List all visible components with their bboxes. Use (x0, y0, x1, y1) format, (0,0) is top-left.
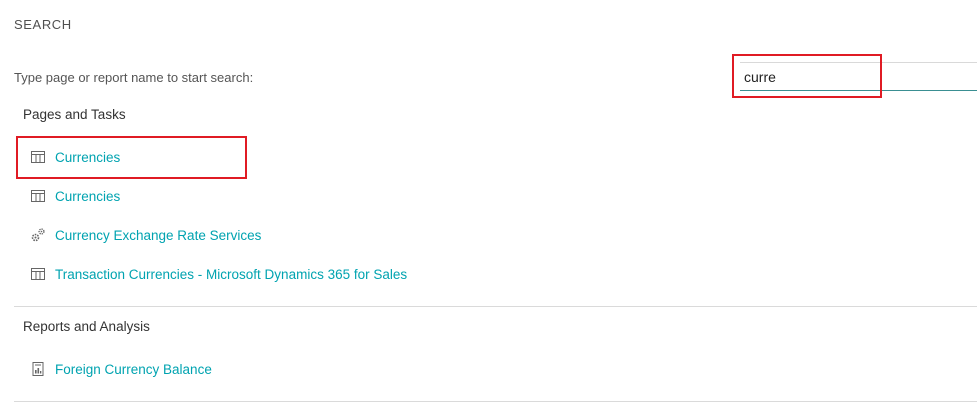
gears-icon (30, 227, 46, 243)
section-divider (14, 401, 977, 402)
table-icon (30, 188, 46, 204)
report-icon (30, 361, 46, 377)
section-title-pages-and-tasks: Pages and Tasks (23, 107, 126, 122)
table-icon (30, 266, 46, 282)
section-title-reports-and-analysis: Reports and Analysis (23, 319, 150, 334)
search-heading: SEARCH (14, 17, 72, 32)
result-item-currencies[interactable]: Currencies (30, 186, 120, 206)
search-prompt: Type page or report name to start search… (14, 70, 254, 85)
result-item-label[interactable]: Currencies (55, 189, 120, 204)
section-divider (14, 306, 977, 307)
result-item-foreign-currency-balance[interactable]: Foreign Currency Balance (30, 359, 212, 379)
result-item-label[interactable]: Transaction Currencies - Microsoft Dynam… (55, 267, 407, 282)
result-item-transaction-currencies[interactable]: Transaction Currencies - Microsoft Dynam… (30, 264, 407, 284)
result-item-label[interactable]: Currency Exchange Rate Services (55, 228, 261, 243)
result-item-label[interactable]: Foreign Currency Balance (55, 362, 212, 377)
result-item-currency-exchange-rate-services[interactable]: Currency Exchange Rate Services (30, 225, 261, 245)
first-result-highlight (16, 136, 247, 179)
search-input-highlight (732, 54, 882, 98)
